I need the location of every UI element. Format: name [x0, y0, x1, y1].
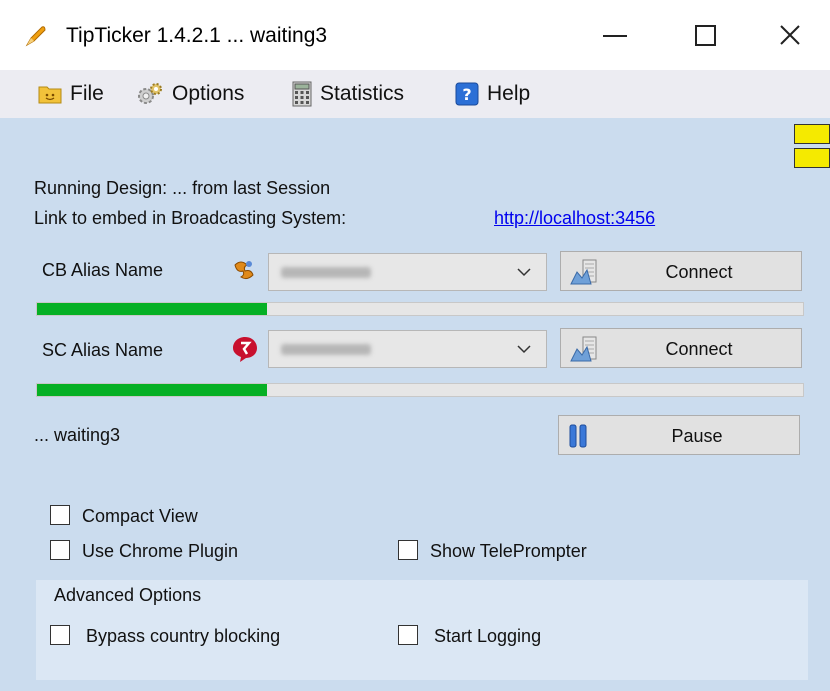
sc-alias-value	[281, 344, 371, 355]
status-indicator-bottom	[794, 148, 830, 168]
cb-connect-label: Connect	[665, 262, 733, 282]
cb-alias-value	[281, 267, 371, 278]
chevron-down-icon	[517, 268, 531, 277]
start-logging-label: Start Logging	[434, 626, 542, 646]
cb-connect-button[interactable]: Connect	[560, 251, 802, 291]
sc-alias-combo[interactable]	[268, 330, 547, 368]
pause-label: Pause	[671, 426, 723, 446]
maximize-icon	[694, 24, 716, 46]
pause-button[interactable]: Pause	[558, 415, 800, 455]
sc-alias-label: SC Alias Name	[42, 340, 164, 360]
menu-bar	[0, 70, 830, 118]
cb-progress-fill	[37, 303, 267, 315]
help-icon: ?	[455, 82, 479, 106]
start-logging-checkbox[interactable]	[398, 625, 418, 645]
status-text: ... waiting3	[34, 425, 121, 445]
sc-progress-bar	[36, 383, 804, 397]
sc-connect-label: Connect	[665, 339, 733, 359]
compact-view-checkbox[interactable]	[50, 505, 70, 525]
cb-alias-combo[interactable]	[268, 253, 547, 291]
menu-options-label: Options	[172, 82, 245, 105]
bypass-country-label: Bypass country blocking	[86, 626, 281, 646]
app-pen-icon	[24, 24, 48, 48]
teleprompter-label: Show TelePrompter	[430, 541, 587, 561]
cb-alias-label: CB Alias Name	[42, 260, 164, 280]
minimize-button[interactable]	[570, 0, 660, 70]
advanced-options-title: Advanced Options	[54, 585, 202, 605]
menu-file[interactable]: File	[38, 76, 104, 112]
sc-progress-fill	[37, 384, 267, 396]
menu-help[interactable]: ? Help	[455, 76, 530, 112]
teleprompter-checkbox[interactable]	[398, 540, 418, 560]
maximize-button[interactable]	[660, 0, 750, 70]
close-icon	[780, 25, 800, 45]
cb-service-icon	[231, 257, 259, 285]
running-design-text: Running Design: ... from last Session	[34, 178, 331, 198]
window-title: TipTicker 1.4.2.1 ... waiting3	[66, 24, 328, 47]
calculator-icon	[292, 81, 312, 107]
embed-link-label: Link to embed in Broadcasting System:	[34, 208, 347, 228]
menu-options[interactable]: Options	[136, 76, 244, 112]
gears-icon	[138, 83, 162, 104]
menu-statistics[interactable]: Statistics	[292, 76, 404, 112]
cb-progress-bar	[36, 302, 804, 316]
embed-link-url[interactable]: http://localhost:3456	[494, 208, 655, 229]
compact-view-label: Compact View	[82, 506, 198, 526]
bypass-country-checkbox[interactable]	[50, 625, 70, 645]
svg-text:?: ?	[462, 85, 471, 104]
sc-service-icon	[231, 335, 259, 363]
chrome-plugin-label: Use Chrome Plugin	[82, 541, 239, 561]
sc-connect-button[interactable]: Connect	[560, 328, 802, 368]
close-button[interactable]	[745, 0, 830, 70]
chevron-down-icon	[517, 345, 531, 354]
menu-help-label: Help	[487, 82, 531, 105]
chrome-plugin-checkbox[interactable]	[50, 540, 70, 560]
minimize-icon	[603, 35, 627, 37]
status-indicator-top	[794, 124, 830, 144]
folder-smile-icon	[38, 86, 62, 104]
menu-file-label: File	[70, 82, 104, 105]
menu-statistics-label: Statistics	[320, 82, 405, 105]
